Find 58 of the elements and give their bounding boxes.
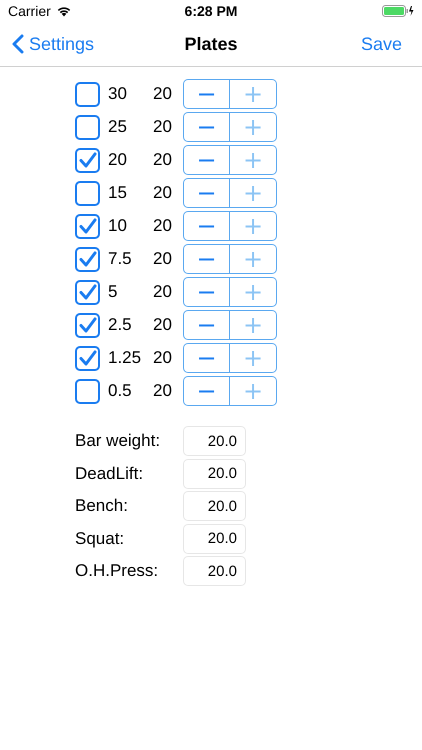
plate-count: 20: [153, 348, 173, 368]
plate-weight: 0.5: [108, 381, 133, 401]
input-field[interactable]: 20.0: [183, 458, 246, 489]
back-button[interactable]: Settings: [12, 34, 94, 54]
plate-weight: 5: [108, 282, 118, 302]
checkbox[interactable]: [75, 82, 100, 106]
plate-count: 20: [153, 84, 173, 104]
minus-button[interactable]: −: [183, 343, 230, 373]
minus-button[interactable]: −: [183, 310, 230, 340]
minus-button[interactable]: −: [183, 79, 230, 109]
minus-button[interactable]: −: [183, 211, 230, 241]
wifi-icon: [56, 5, 72, 17]
plate-weight: 25: [108, 117, 128, 137]
field-label: Squat:: [75, 528, 126, 549]
minus-button[interactable]: −: [183, 112, 230, 142]
plate-count: 20: [153, 315, 173, 335]
plate-count: 20: [153, 117, 173, 137]
plate-weight: 10: [108, 216, 128, 236]
checkbox[interactable]: [75, 312, 100, 338]
checkbox[interactable]: [75, 180, 100, 206]
time-label: 6:28 PM: [184, 3, 238, 19]
plate-weight: 1.25: [108, 348, 142, 368]
back-chevron-icon: [12, 34, 24, 54]
plate-weight: 2.5: [108, 315, 133, 335]
field-label: O.H.Press:: [75, 561, 160, 582]
checkbox[interactable]: [75, 280, 100, 304]
plate-count: 20: [153, 150, 173, 170]
field-label: Bench:: [75, 496, 129, 516]
plate-count: 20: [153, 249, 173, 269]
checkbox[interactable]: [75, 114, 100, 140]
checkbox[interactable]: [75, 148, 100, 172]
checkbox[interactable]: [75, 378, 100, 404]
input-field[interactable]: 20.0: [183, 491, 246, 522]
field-label: DeadLift:: [75, 464, 144, 484]
minus-button[interactable]: −: [183, 277, 230, 307]
minus-button[interactable]: −: [183, 178, 230, 208]
plate-weight: 15: [108, 183, 128, 203]
input-field[interactable]: 20.0: [183, 524, 246, 554]
plate-weight: 20: [108, 150, 128, 170]
save-button[interactable]: Save: [360, 34, 402, 54]
minus-button[interactable]: −: [183, 145, 230, 175]
input-field[interactable]: 20.0: [183, 426, 246, 456]
plate-count: 20: [153, 183, 173, 203]
plate-count: 20: [153, 282, 173, 302]
minus-button[interactable]: −: [183, 376, 230, 406]
input-field[interactable]: 20.0: [183, 556, 246, 586]
checkbox[interactable]: [75, 246, 100, 272]
plate-count: 20: [153, 381, 173, 401]
checkbox[interactable]: [75, 346, 100, 370]
field-label: Bar weight:: [75, 431, 162, 452]
battery-icon: [382, 5, 414, 17]
plate-weight: 30: [108, 84, 128, 104]
screen-title: Plates: [183, 34, 239, 54]
plate-count: 20: [153, 216, 173, 236]
checkbox[interactable]: [75, 214, 100, 238]
plate-weight: 7.5: [108, 249, 133, 269]
minus-button[interactable]: −: [183, 244, 230, 274]
carrier-label: Carrier: [8, 3, 51, 19]
